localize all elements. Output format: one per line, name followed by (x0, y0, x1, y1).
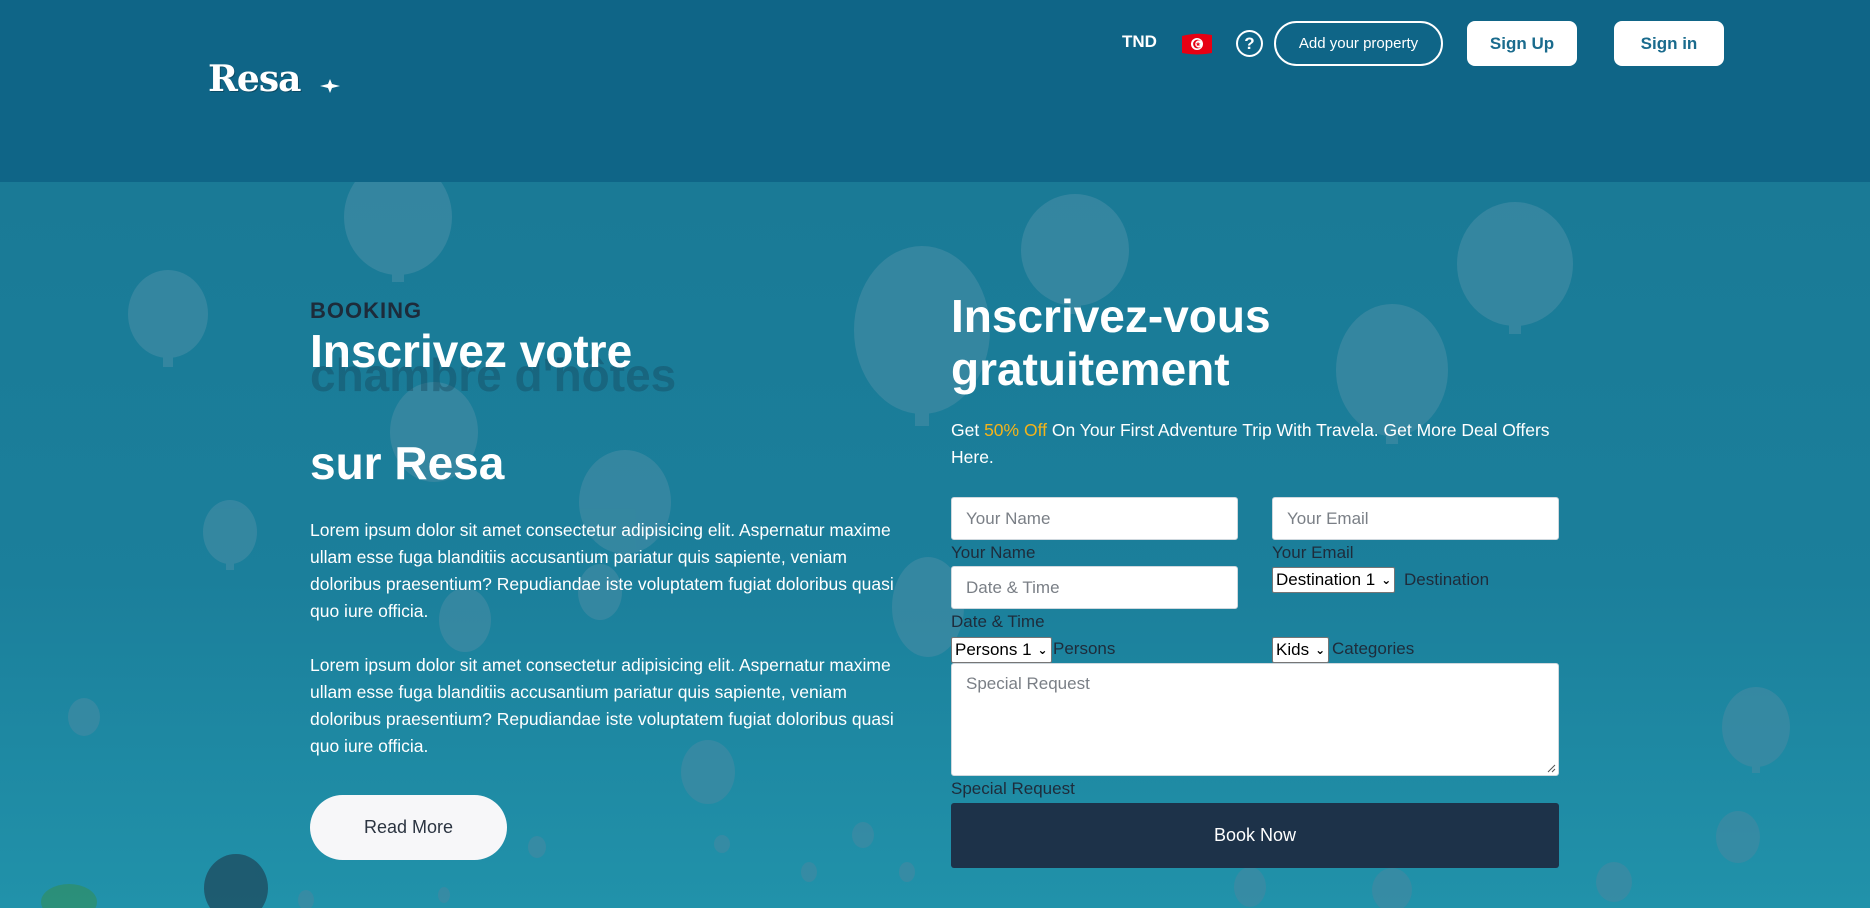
email-label: Your Email (1272, 543, 1354, 562)
chevron-down-icon: ⌄ (1381, 573, 1392, 587)
hero-paragraph-2: Lorem ipsum dolor sit amet consectetur a… (310, 655, 894, 756)
date-time-input[interactable]: Date & Time (951, 566, 1238, 609)
offer-prefix: Get (951, 420, 985, 440)
logo-star-icon (320, 79, 340, 93)
sign-up-button[interactable]: Sign Up (1467, 21, 1577, 66)
date-time-label: Date & Time (951, 612, 1045, 631)
name-input[interactable]: Your Name (951, 497, 1238, 540)
special-request-label: Special Request (951, 779, 1075, 798)
chevron-down-icon: ⌄ (1315, 643, 1326, 657)
destination-label: Destination (1404, 570, 1490, 589)
hot-air-balloons-illustration (41, 182, 1790, 908)
resa-logo[interactable]: Resa (208, 58, 301, 100)
sign-in-button[interactable]: Sign in (1614, 21, 1724, 66)
persons-label: Persons (1053, 639, 1116, 658)
hero-background (0, 182, 1870, 908)
resize-handle-icon[interactable] (1546, 763, 1556, 773)
chevron-down-icon: ⌄ (1037, 643, 1048, 657)
name-label: Your Name (951, 543, 1036, 562)
special-request-placeholder: Special Request (966, 674, 1090, 693)
book-now-button[interactable]: Book Now (951, 803, 1559, 868)
currency-selector[interactable]: TND (1122, 32, 1157, 52)
hero-title-line1: Inscrivez votre (310, 325, 633, 377)
special-request-textarea[interactable]: Special Request (951, 663, 1559, 776)
categories-select[interactable]: Kids ⌄ (1272, 637, 1330, 663)
top-header: Resa TND ? Add your property Sign Up Sig… (0, 0, 1870, 182)
destination-select[interactable]: Destination 1 ⌄ (1272, 567, 1396, 593)
tunisia-flag-icon[interactable] (1180, 32, 1214, 56)
read-more-button[interactable]: Read More (310, 795, 507, 860)
persons-value: Persons 1 (955, 640, 1032, 659)
add-property-button[interactable]: Add your property (1274, 21, 1443, 66)
categories-label: Categories (1332, 639, 1415, 658)
persons-select[interactable]: Persons 1 ⌄ (951, 637, 1052, 663)
offer-highlight: 50% Off (984, 420, 1047, 440)
email-input[interactable]: Your Email (1272, 497, 1559, 540)
hero-paragraph-1: Lorem ipsum dolor sit amet consectetur a… (310, 520, 894, 621)
form-title: Inscrivez-vous gratuitement (951, 290, 1271, 395)
offer-text: Get 50% Off On Your First Adventure Trip… (951, 417, 1571, 471)
help-icon[interactable]: ? (1236, 30, 1263, 57)
hero-title-line3: sur Resa (310, 437, 505, 489)
destination-value: Destination 1 (1276, 570, 1376, 589)
section-kicker: BOOKING (310, 298, 423, 323)
categories-value: Kids (1276, 640, 1310, 659)
